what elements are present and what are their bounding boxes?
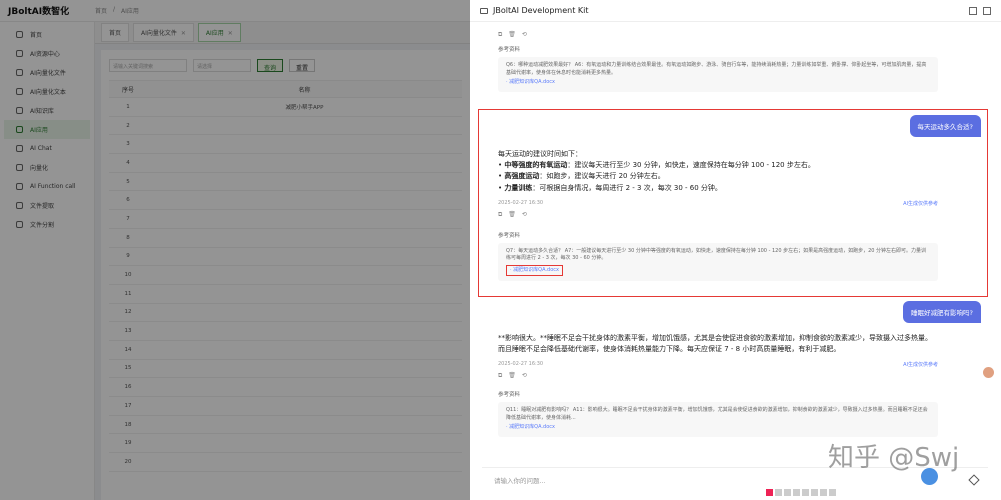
reference-card: Q11：睡眠对减肥有影响吗？ A11：影响很大。睡眠不足会干扰身体的激素平衡，增… — [498, 402, 938, 437]
refresh-icon[interactable]: ⟲ — [522, 31, 527, 39]
modal-overlay[interactable] — [0, 0, 470, 500]
ime-logo-icon[interactable] — [766, 489, 773, 496]
reference-text: Q11：睡眠对减肥有影响吗？ A11：影响很大。睡眠不足会干扰身体的激素平衡，增… — [506, 407, 928, 421]
delete-icon[interactable]: 🗑 — [508, 31, 516, 39]
chat-panel: JBoltAI Development Kit ⧉ 🗑 ⟲ 参考资料 Q6：哪种运动… — [470, 0, 1001, 500]
ime-toolbar — [766, 489, 836, 496]
reference-label: 参考资料 — [498, 392, 521, 399]
ime-tool-icon[interactable] — [829, 489, 836, 496]
chat-input-placeholder: 请输入你的问题... — [494, 477, 546, 485]
avatar[interactable] — [983, 367, 994, 378]
floating-assistant-button[interactable] — [921, 468, 938, 485]
watermark: 知乎 @Swj — [828, 443, 960, 473]
reference-file-link[interactable]: · 减肥知识库QA.docx — [506, 79, 930, 87]
panel-title: JBoltAI Development Kit — [493, 6, 589, 15]
ime-tool-icon[interactable] — [784, 489, 791, 496]
message-actions: ⧉ 🗑 ⟲ — [498, 31, 938, 39]
briefcase-icon — [480, 7, 488, 14]
ime-tool-icon[interactable] — [802, 489, 809, 496]
copy-icon[interactable]: ⧉ — [498, 372, 502, 380]
send-icon[interactable] — [968, 474, 980, 486]
reference-file-link[interactable]: · 减肥知识库QA.docx — [506, 424, 930, 432]
reference-text: Q6：哪种运动减肥效果最好？ A6：有氧运动和力量训练结合效果最佳。有氧运动如跑… — [506, 62, 927, 76]
reference-label: 参考资料 — [498, 47, 521, 53]
message-actions: ⧉ 🗑 ⟲ — [498, 372, 938, 380]
user-message: 睡眠好减肥有影响吗? — [903, 301, 981, 323]
copy-icon[interactable] — [969, 7, 977, 15]
ai-source-badge: AI生成仅供参考 — [903, 362, 938, 369]
highlight-annotation — [478, 109, 988, 297]
ime-tool-icon[interactable] — [775, 489, 782, 496]
ime-tool-icon[interactable] — [820, 489, 827, 496]
monitor-icon[interactable] — [983, 7, 991, 15]
refresh-icon[interactable]: ⟲ — [522, 372, 527, 380]
ime-tool-icon[interactable] — [793, 489, 800, 496]
reference-card: Q6：哪种运动减肥效果最好？ A6：有氧运动和力量训练结合效果最佳。有氧运动如跑… — [498, 57, 938, 92]
copy-icon[interactable]: ⧉ — [498, 31, 502, 39]
delete-icon[interactable]: 🗑 — [508, 372, 516, 380]
message-time: 2025-02-27 16:30 — [498, 361, 544, 368]
assistant-answer: **影响很大。**睡眠不足会干扰身体的激素平衡，增加饥饿感，尤其是会使促进食欲的… — [498, 334, 932, 354]
message-meta: 2025-02-27 16:30 AI生成仅供参考 — [498, 361, 938, 368]
ime-tool-icon[interactable] — [811, 489, 818, 496]
panel-header: JBoltAI Development Kit — [470, 0, 1001, 22]
